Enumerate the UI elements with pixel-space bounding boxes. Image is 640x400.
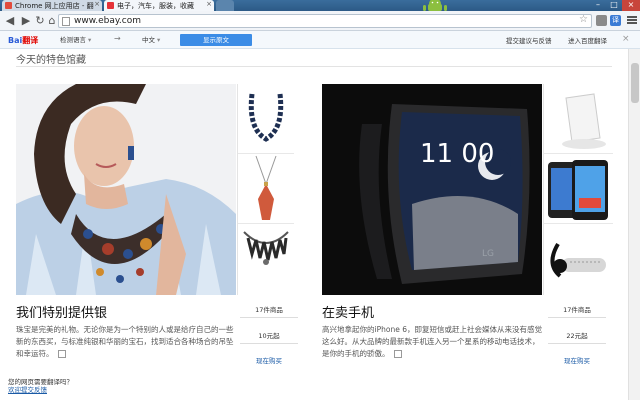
page-icon [62,17,70,26]
phone-thumbnails [543,84,613,295]
divider [548,317,606,318]
bookmark-star-icon[interactable]: ☆ [579,14,588,25]
close-window-icon[interactable]: × [622,0,640,11]
chevron-down-icon: ▾ [88,36,92,44]
phone-brand-text: LG [482,249,494,259]
scrollbar-thumb[interactable] [631,63,639,103]
thumbnail-pendant[interactable] [238,154,294,224]
home-icon[interactable]: ⌂ [45,14,59,28]
feedback-link[interactable]: 提交建议与反馈 [506,35,552,45]
browser-toolbar: ◀ ▶ ↻ ⌂ www.ebay.com ☆ 译 [0,11,640,31]
browser-tabstrip: Chrome 网上应用店 - 翻 × 电子，汽车，服装，收藏 × – □ × [0,0,640,11]
address-bar[interactable]: www.ebay.com ☆ [58,14,592,28]
divider [16,66,612,67]
card-title-phones[interactable]: 在卖手机 [322,302,374,321]
document-icon [393,350,402,358]
minimize-icon[interactable]: – [590,0,606,11]
page-scrollbar[interactable] [628,49,640,400]
jewelry-hero-image[interactable] [16,84,236,295]
url-text: www.ebay.com [74,16,142,26]
extension-icon[interactable] [596,15,607,26]
translate-feedback-widget[interactable]: 您的网页需要翻译吗？ 欢迎提交反馈 [8,378,73,394]
thumbnail-chain-necklace[interactable] [238,84,294,154]
baidu-translate-logo: Bai翻译 [8,36,39,45]
divider [240,317,298,318]
tab-title: Chrome 网上应用店 - 翻 [15,2,94,10]
target-language-select[interactable]: 中文 ▾ [142,34,160,46]
feedback-submit-link[interactable]: 欢迎提交反馈 [8,386,47,394]
chrome-store-favicon-icon [5,2,12,9]
source-language-select[interactable]: 检测语言 ▾ [60,34,91,46]
translate-bar: Bai翻译 检测语言 ▾ → 中文 ▾ 显示原文 提交建议与反馈 进入百度翻译 × [0,31,640,49]
chevron-down-icon: ▾ [157,36,161,44]
chrome-menu-icon[interactable] [627,15,637,26]
page-content: 今天的特色馆藏 11 00 LG 我们特别提供银 珠宝是完美的礼物。无论你是为一… [0,49,628,400]
tab-title: 电子，汽车，服装，收藏 [117,2,194,10]
close-translate-bar-icon[interactable]: × [622,34,630,44]
tab-ebay[interactable]: 电子，汽车，服装，收藏 × [104,0,214,11]
phone-hero-image[interactable]: 11 00 LG [322,84,542,295]
forward-icon[interactable]: ▶ [19,14,33,28]
tab-chrome-webstore[interactable]: Chrome 网上应用店 - 翻 × [2,0,102,11]
thumbnail-bluetooth-headset[interactable] [544,224,613,294]
divider [548,343,606,344]
jewelry-thumbnails [237,84,294,295]
phone-clock-text: 11 00 [420,139,494,169]
show-original-button[interactable]: 显示原文 [180,34,252,46]
tab-close-icon[interactable]: × [94,0,100,8]
thumbnail-statement-necklace[interactable] [238,224,294,294]
card-description-phones: 高兴地拿起你的iPhone 6，即复短信或赶上社会媒体从来没有感觉这么好。从大品… [322,325,542,358]
arrow-right-icon: → [114,34,121,43]
price-from: 10元起 [258,332,280,340]
android-mascot-icon [423,0,447,11]
translate-extension-icon[interactable]: 译 [610,15,621,26]
feedback-question: 您的网页需要翻译吗？ [8,378,73,386]
thumbnail-smartphones[interactable] [544,154,613,224]
ebay-favicon-icon [107,2,114,9]
items-count: 17件商品 [255,306,283,314]
shop-now-link[interactable]: 现在购买 [240,355,298,365]
card-title-silver[interactable]: 我们特别提供银 [16,302,107,321]
price-from: 22元起 [566,332,588,340]
new-tab-button[interactable] [216,0,234,11]
maximize-icon[interactable]: □ [606,0,622,11]
shop-now-link[interactable]: 现在购买 [548,355,606,365]
tab-close-icon[interactable]: × [206,0,212,8]
items-count: 17件商品 [563,306,591,314]
back-icon[interactable]: ◀ [3,14,17,28]
section-title: 今天的特色馆藏 [16,55,86,66]
thumbnail-charger[interactable] [544,84,613,154]
divider [240,343,298,344]
card-description-silver: 珠宝是完美的礼物。无论你是为一个特别的人或是给疗自己的一些新的东西买，与标准纯银… [16,325,234,358]
document-icon [57,350,66,358]
enter-baidu-translate-link[interactable]: 进入百度翻译 [568,35,607,45]
